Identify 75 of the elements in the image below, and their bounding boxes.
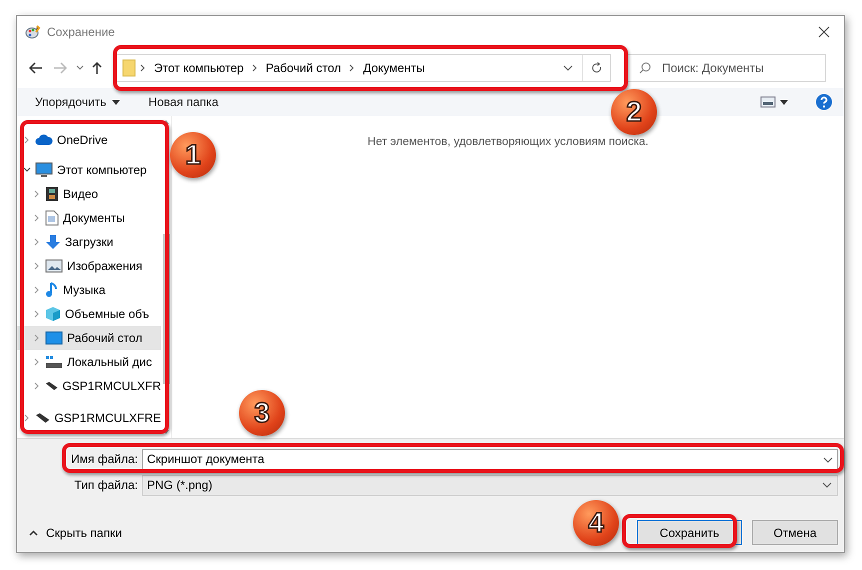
cloud-icon (35, 134, 53, 146)
music-note-icon (45, 282, 59, 298)
tree-item[interactable]: GSP1RMCULXFRE (17, 406, 161, 430)
tree-item-label: Музыка (63, 283, 106, 297)
new-folder-button[interactable]: Новая папка (148, 95, 218, 109)
usb-drive-icon (45, 380, 58, 392)
tree-item[interactable]: OneDrive (17, 128, 161, 152)
view-options-button[interactable] (760, 96, 788, 108)
chevron-up-icon (29, 530, 38, 536)
organize-menu-button[interactable]: Упорядочить (35, 95, 120, 109)
chevron-icon[interactable] (23, 414, 31, 422)
file-name-label: Имя файла: (70, 452, 139, 466)
search-field[interactable]: Поиск: Документы (627, 54, 826, 82)
breadcrumb[interactable]: Этот компьютер (150, 61, 248, 75)
breadcrumb[interactable]: Документы (359, 61, 429, 75)
document-icon (45, 210, 59, 226)
help-icon (816, 94, 832, 110)
tree-item-label: Документы (63, 211, 125, 225)
usb-drive-icon (35, 412, 50, 424)
file-type-dropdown[interactable]: PNG (*.png) (142, 474, 838, 496)
picture-icon (45, 259, 63, 273)
tree-item[interactable]: Музыка (17, 278, 161, 302)
empty-folder-message: Нет элементов, удовлетворяющих условиям поиска. (368, 136, 648, 150)
dropdown-triangle-icon (112, 100, 120, 104)
tree-item[interactable]: Локальный дис (17, 350, 161, 374)
tree-item[interactable]: Загрузки (17, 230, 161, 254)
tree-item[interactable]: GSP1RMCULXFR (17, 374, 161, 398)
tree-item-label: OneDrive (57, 133, 108, 147)
tree-item-label: GSP1RMCULXFR (62, 379, 161, 393)
chevron-down-icon[interactable] (823, 456, 833, 462)
cube-icon (45, 306, 61, 322)
chevron-icon[interactable] (23, 136, 31, 144)
folder-icon (122, 59, 136, 77)
tree-item-label: Объемные объ (65, 307, 150, 321)
address-bar[interactable]: Этот компьютер Рабочий стол Документы (115, 54, 611, 82)
film-icon (45, 186, 59, 202)
chevron-right-icon (139, 64, 147, 72)
scroll-down-icon[interactable] (163, 430, 169, 434)
close-icon (818, 26, 830, 38)
hard-drive-icon (45, 355, 63, 369)
hide-folders-button[interactable]: Скрыть папки (29, 526, 122, 540)
tree-item-label: Загрузки (65, 235, 114, 249)
chevron-down-icon (76, 65, 84, 71)
tree-item-label: Видео (63, 187, 98, 201)
screen-icon (45, 331, 63, 345)
tree-item[interactable]: Видео (17, 182, 161, 206)
search-icon (639, 62, 651, 74)
chevron-down-icon (563, 65, 573, 71)
scroll-up-icon[interactable] (163, 120, 169, 124)
tree-item[interactable]: Рабочий стол (17, 326, 161, 350)
tree-item[interactable]: Объемные объ (17, 302, 161, 326)
file-type-label: Тип файла: (73, 478, 139, 492)
tree-item[interactable]: Этот компьютер (17, 158, 161, 182)
save-button[interactable]: Сохранить (637, 520, 742, 545)
down-arrow-icon (45, 234, 61, 250)
chevron-icon[interactable] (23, 166, 31, 174)
tree-item-label: Изображения (67, 259, 142, 273)
tree-item-label: Этот компьютер (57, 163, 147, 177)
cancel-button[interactable]: Отмена (752, 520, 838, 545)
window-title: Сохранение (47, 25, 116, 39)
file-name-field[interactable]: Скриншот документа (142, 448, 838, 470)
help-button[interactable] (816, 94, 832, 110)
tree-item-label: Локальный дис (67, 355, 152, 369)
chevron-down-icon (822, 482, 832, 488)
tree-item[interactable]: Изображения (17, 254, 161, 278)
view-icon (760, 96, 788, 108)
refresh-icon (590, 62, 602, 74)
chevron-right-icon (250, 64, 259, 72)
monitor-icon (35, 162, 53, 178)
tree-item-label: Рабочий стол (67, 331, 142, 345)
breadcrumb[interactable]: Рабочий стол (262, 61, 346, 75)
chevron-right-icon (348, 64, 356, 72)
tree-item-label: GSP1RMCULXFRE (54, 411, 161, 425)
paint-palette-icon (25, 25, 41, 39)
tree-item[interactable]: Документы (17, 206, 161, 230)
